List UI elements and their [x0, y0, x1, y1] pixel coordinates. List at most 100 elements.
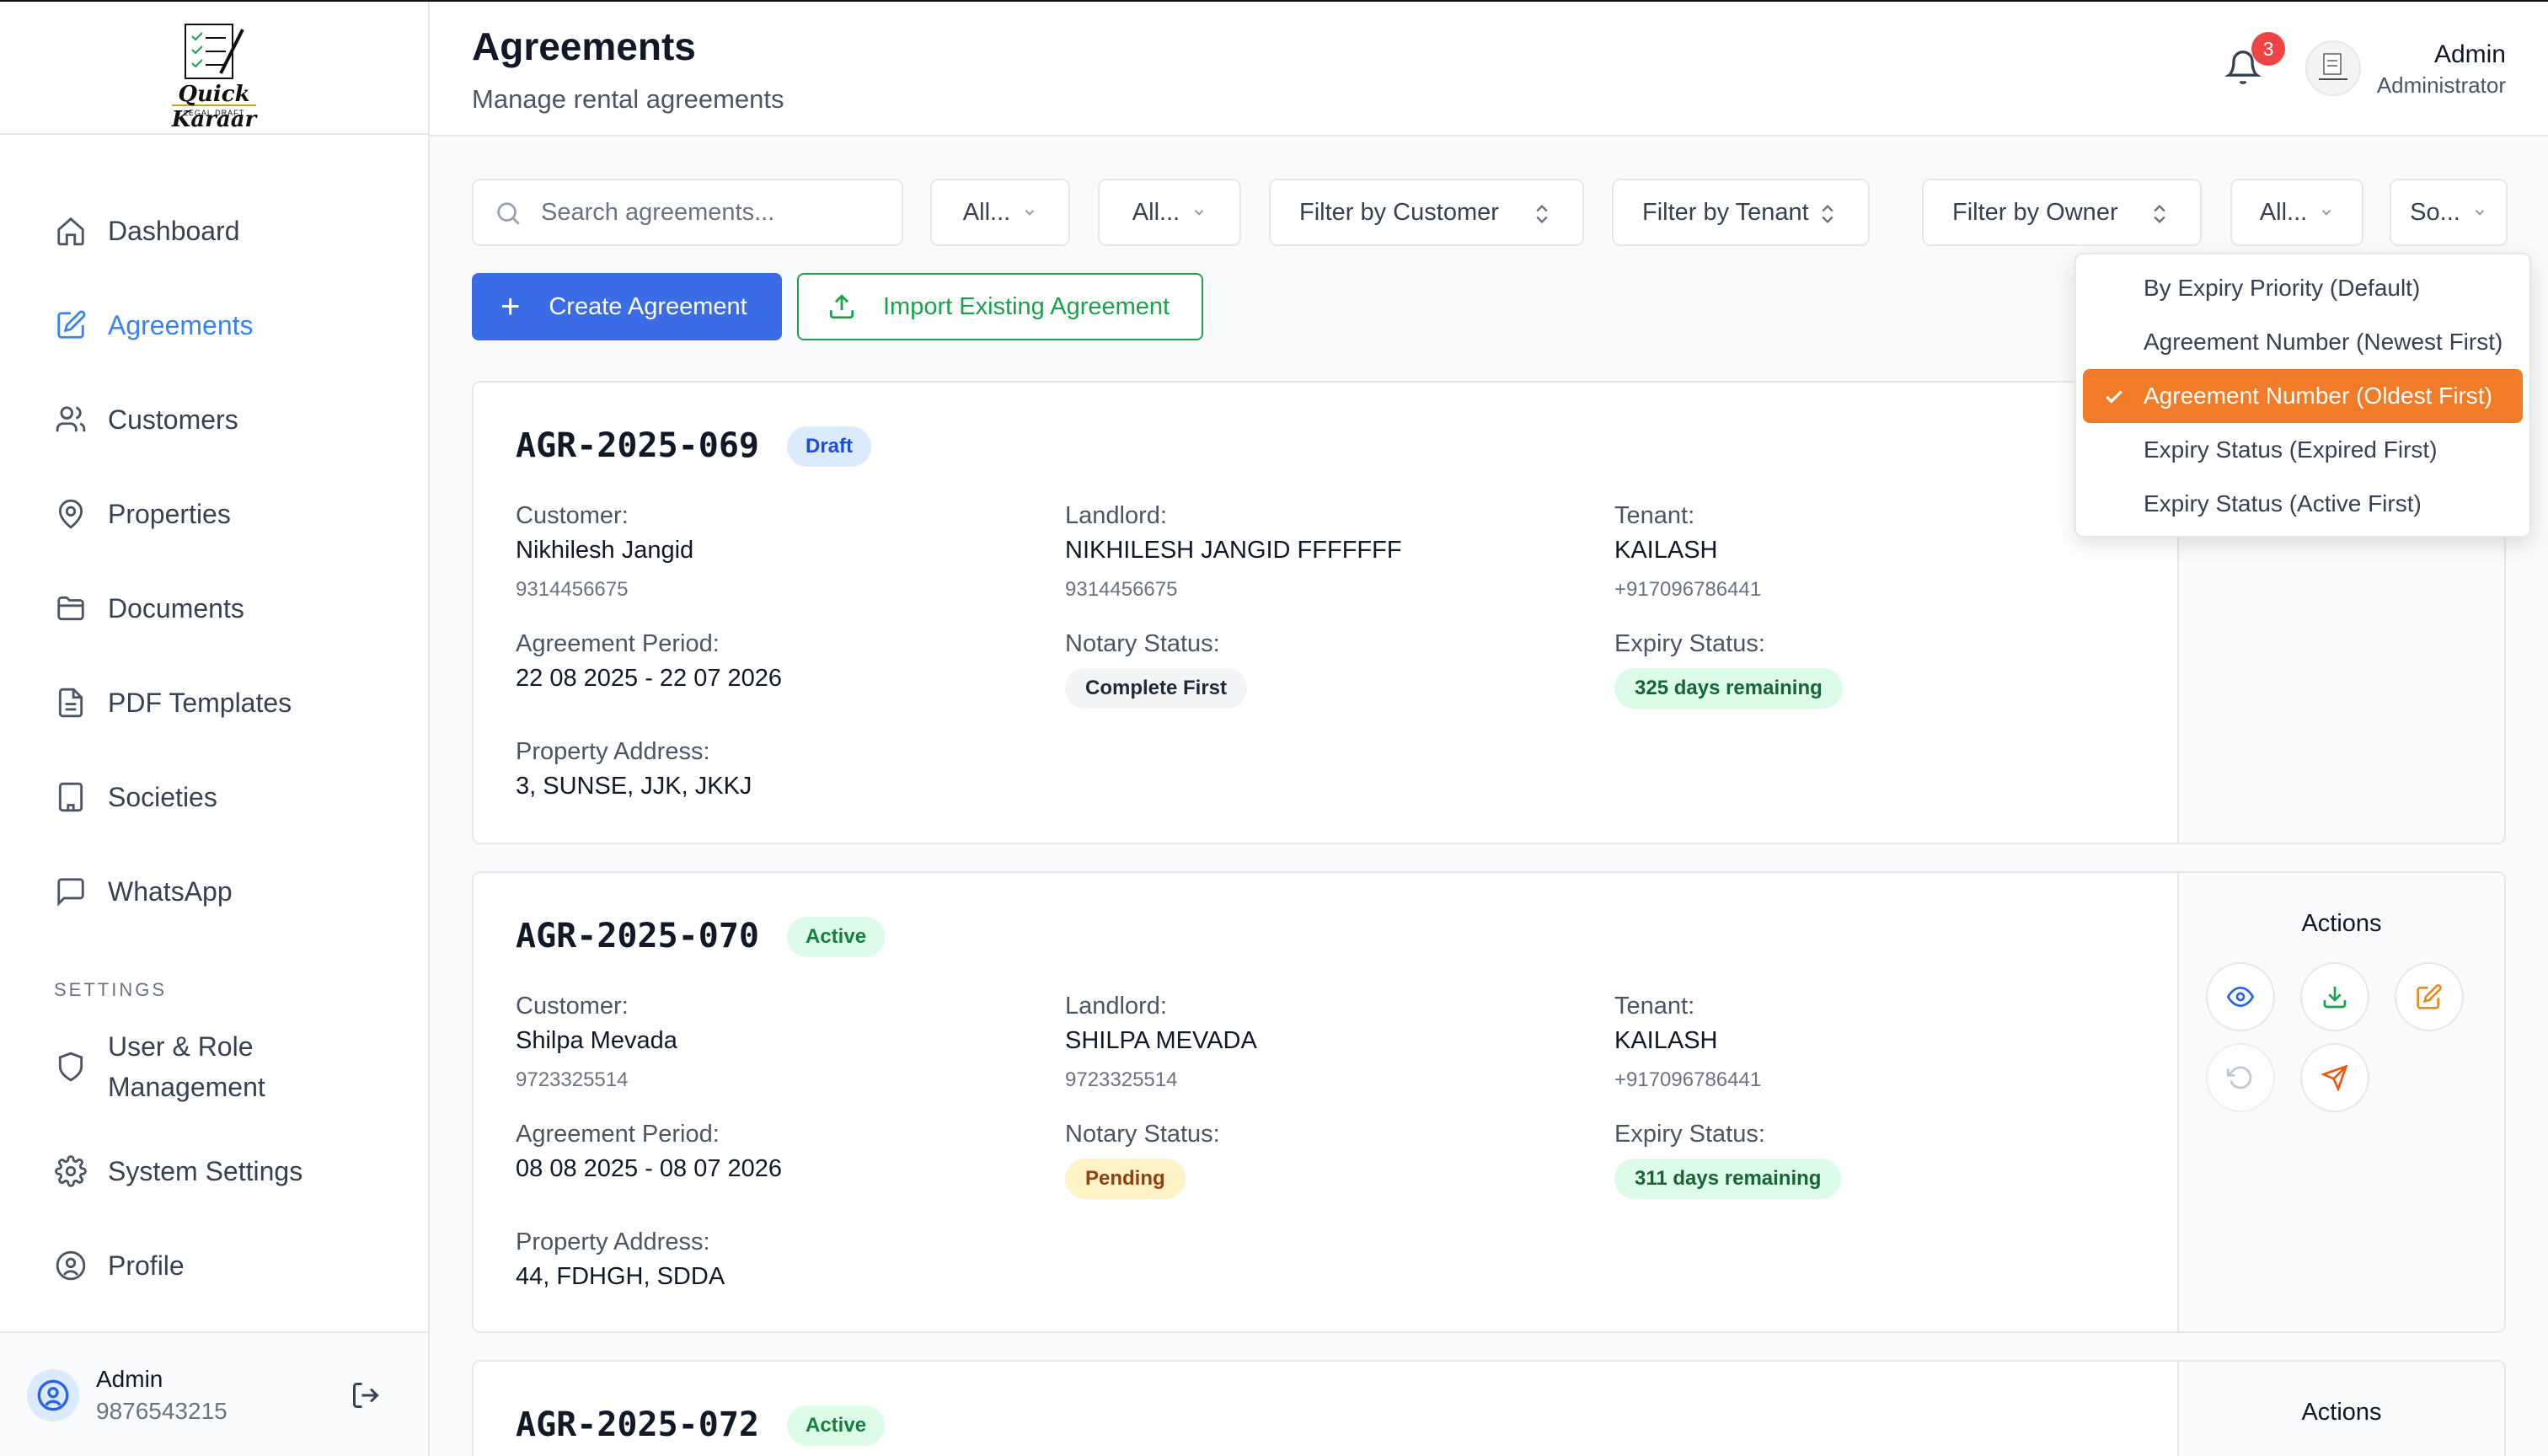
tenant-name: KAILASH [1614, 1027, 1718, 1054]
create-agreement-button[interactable]: + Create Agreement [472, 273, 782, 340]
avatar[interactable] [2305, 40, 2361, 96]
rotate-ccw-icon [2227, 1066, 2252, 1089]
logo-document-icon [2319, 53, 2347, 80]
send-button[interactable] [2300, 1043, 2369, 1112]
period-field: Agreement Period: 08 08 2025 - 08 07 202… [516, 1121, 782, 1183]
sort-option-active-first[interactable]: Expiry Status (Active First) [2083, 477, 2523, 531]
tenant-filter-value: Filter by Tenant [1642, 198, 1809, 226]
app-logo[interactable]: Quick Karaar LEGAL DRAFT [138, 21, 290, 132]
edit-button[interactable] [2395, 962, 2464, 1031]
landlord-field: Landlord: SHILPA MEVADA 9723325514 [1065, 993, 1257, 1092]
gear-icon [54, 1154, 88, 1188]
customer-name: Shilpa Mevada [516, 1027, 677, 1054]
chevron-down-icon [2475, 209, 2485, 216]
sidebar-item-label: Societies [108, 781, 217, 812]
upload-icon [829, 294, 854, 319]
sort-select-value: So... [2410, 198, 2460, 226]
sidebar-item-label: PDF Templates [108, 687, 292, 718]
chevron-down-icon [1194, 209, 1204, 216]
agreement-number[interactable]: AGR-2025-069 [516, 426, 759, 465]
user-circle-icon [54, 1249, 88, 1282]
status-filter-value: All... [962, 198, 1011, 226]
sort-option-number-newest[interactable]: Agreement Number (Newest First) [2083, 315, 2523, 369]
customer-name: Nikhilesh Jangid [516, 537, 694, 564]
sidebar-item-label: Customers [108, 404, 238, 435]
agreement-number[interactable]: AGR-2025-072 [516, 1405, 759, 1444]
shield-icon [54, 1050, 88, 1084]
notary-filter-value: All... [1132, 198, 1180, 226]
building-icon [54, 780, 88, 814]
settings-section-label: SETTINGS [54, 979, 168, 1000]
landlord-phone: 9723325514 [1065, 1068, 1178, 1091]
page-title: Agreements [472, 24, 696, 68]
sidebar-item-societies[interactable]: Societies [0, 750, 428, 844]
sidebar-item-pdf-templates[interactable]: PDF Templates [0, 656, 428, 750]
sidebar-item-system-settings[interactable]: System Settings [0, 1124, 428, 1218]
field-label: Landlord: [1065, 993, 1167, 1020]
header-user-name: Admin [2433, 40, 2506, 68]
property-address: 3, SUNSE, JJK, JKKJ [516, 773, 752, 800]
property-address: 44, FDHGH, SDDA [516, 1263, 725, 1290]
sidebar-item-user-role-management[interactable]: User & Role Management [0, 1009, 428, 1124]
expiry-status-badge: 325 days remaining [1614, 668, 1843, 709]
search-input[interactable]: Search agreements... [472, 179, 903, 246]
sort-option-number-oldest[interactable]: Agreement Number (Oldest First) [2083, 369, 2523, 423]
agreement-card: AGR-2025-070 Active Customer: Shilpa Mev… [472, 871, 2506, 1333]
status-badge: Active [787, 917, 886, 957]
eye-icon [2227, 986, 2254, 1008]
status-filter-select[interactable]: All... [930, 179, 1070, 246]
sort-option-expiry-priority[interactable]: By Expiry Priority (Default) [2083, 261, 2523, 315]
sort-option-expired-first[interactable]: Expiry Status (Expired First) [2083, 423, 2523, 477]
expiry-filter-select[interactable]: All... [2230, 179, 2363, 246]
status-badge: Active [787, 1405, 886, 1446]
notary-filter-select[interactable]: All... [1098, 179, 1241, 246]
sidebar-item-properties[interactable]: Properties [0, 467, 428, 561]
chevron-up-down-icon [1822, 205, 1833, 223]
customer-filter-select[interactable]: Filter by Customer [1269, 179, 1584, 246]
sort-select[interactable]: So... [2390, 179, 2508, 246]
sidebar-item-agreements[interactable]: Agreements [0, 278, 428, 372]
agreement-card: AGR-2025-072 Active Actions [472, 1360, 2506, 1456]
check-icon [2106, 390, 2122, 404]
sidebar-item-documents[interactable]: Documents [0, 561, 428, 656]
logout-icon[interactable] [351, 1380, 381, 1410]
chevron-up-down-icon [1536, 205, 1548, 223]
tenant-field: Tenant: KAILASH +917096786441 [1614, 993, 1761, 1092]
footer-user-phone: 9876543215 [96, 1398, 228, 1424]
tenant-name: KAILASH [1614, 537, 1718, 564]
logo-area: Quick Karaar LEGAL DRAFT [0, 2, 428, 135]
customer-filter-value: Filter by Customer [1299, 198, 1499, 226]
sidebar-item-dashboard[interactable]: Dashboard [0, 184, 428, 278]
field-label: Customer: [516, 993, 629, 1020]
actions-title: Actions [2301, 1399, 2382, 1426]
field-label: Property Address: [516, 738, 710, 765]
owner-filter-select[interactable]: Filter by Owner [1922, 179, 2202, 246]
expiry-status-badge: 311 days remaining [1614, 1159, 1842, 1199]
tenant-filter-select[interactable]: Filter by Tenant [1612, 179, 1870, 246]
folder-icon [54, 592, 88, 625]
tenant-phone: +917096786441 [1614, 1068, 1762, 1091]
sidebar-item-label: Agreements [108, 309, 254, 340]
import-agreement-button[interactable]: Import Existing Agreement [797, 273, 1203, 340]
notary-status-badge: Complete First [1065, 668, 1248, 709]
avatar[interactable] [27, 1369, 79, 1421]
edit-document-icon [54, 308, 88, 342]
sidebar-item-profile[interactable]: Profile [0, 1218, 428, 1313]
notary-field: Notary Status: Complete First [1065, 630, 1248, 709]
home-icon [54, 214, 88, 248]
sidebar-item-customers[interactable]: Customers [0, 372, 428, 467]
notary-status-badge: Pending [1065, 1159, 1186, 1199]
sidebar-user-footer: Admin 9876543215 [0, 1331, 428, 1456]
sidebar-item-whatsapp[interactable]: WhatsApp [0, 844, 428, 939]
agreement-period: 22 08 2025 - 22 07 2026 [516, 665, 783, 692]
view-button[interactable] [2206, 962, 2275, 1031]
agreement-number[interactable]: AGR-2025-070 [516, 917, 759, 956]
renew-button[interactable] [2206, 1043, 2275, 1112]
actions-title: Actions [2301, 910, 2382, 937]
customer-phone: 9723325514 [516, 1068, 629, 1091]
landlord-field: Landlord: NIKHILESH JANGID FFFFFFF 93144… [1065, 502, 1402, 602]
customer-field: Customer: Shilpa Mevada 9723325514 [516, 993, 677, 1092]
expiry-field: Expiry Status: 311 days remaining [1614, 1121, 1842, 1199]
tenant-phone: +917096786441 [1614, 578, 1762, 601]
download-button[interactable] [2300, 962, 2369, 1031]
